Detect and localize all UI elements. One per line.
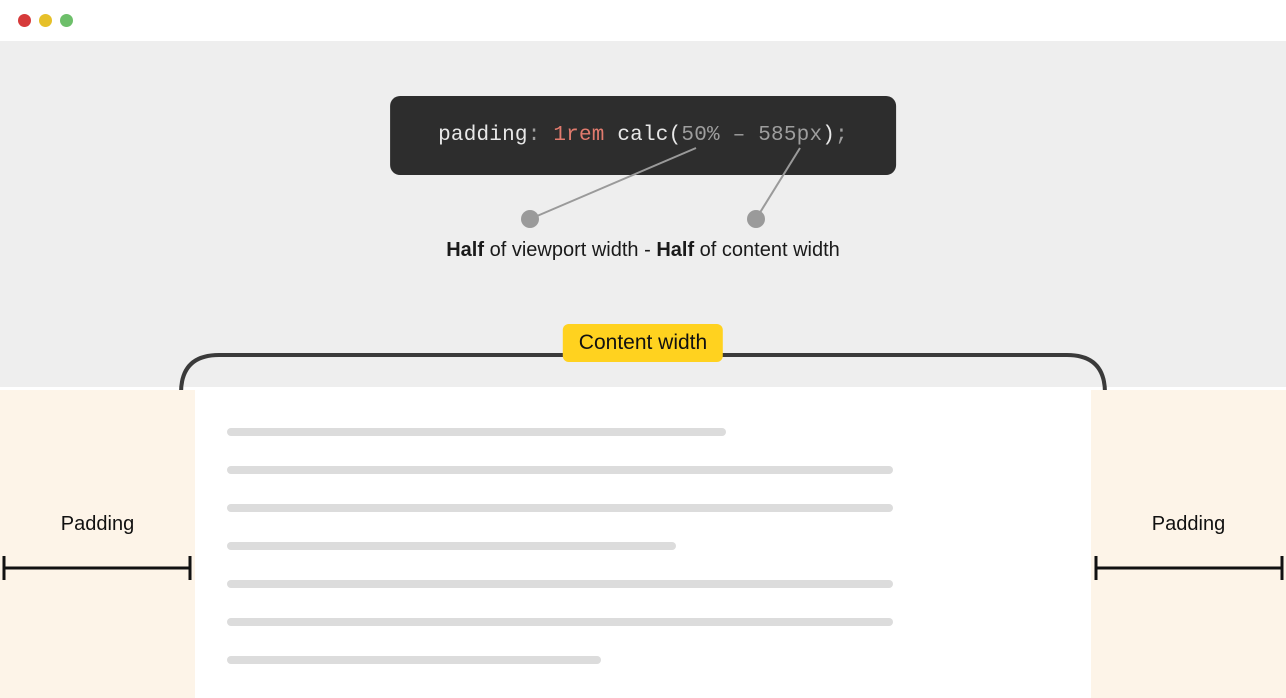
zoom-icon[interactable] [60, 14, 73, 27]
window-chrome [0, 0, 1286, 41]
explain-seg-2: of content width [694, 239, 840, 261]
minimize-icon[interactable] [39, 14, 52, 27]
padding-label-left: Padding [61, 513, 134, 536]
padding-bracket-right [1086, 548, 1286, 588]
padding-label-right: Padding [1152, 513, 1225, 536]
code-px: 585px [758, 124, 822, 147]
padding-region-left: Padding [0, 390, 195, 698]
skeleton-line [227, 580, 893, 588]
layout-demo: Padding Padding [0, 390, 1286, 698]
content-region [195, 390, 1091, 698]
skeleton-line [227, 618, 893, 626]
code-property: padding [438, 124, 528, 147]
skeleton-line [227, 504, 893, 512]
padding-region-right: Padding [1091, 390, 1286, 698]
explain-bold-1: Half [446, 239, 484, 261]
close-icon[interactable] [18, 14, 31, 27]
code-func: calc [617, 124, 668, 147]
explain-bold-2: Half [656, 239, 694, 261]
code-value-1rem: 1rem [553, 124, 604, 147]
code-percent: 50 [681, 124, 707, 147]
code-snippet: padding: 1rem calc(50% – 585px); [390, 96, 896, 175]
content-width-badge: Content width [563, 324, 723, 362]
padding-bracket-left [0, 548, 200, 588]
skeleton-line [227, 542, 676, 550]
skeleton-line [227, 466, 893, 474]
explanation-text: Half of viewport width - Half of content… [446, 239, 840, 262]
skeleton-line [227, 428, 726, 436]
explainer-area: padding: 1rem calc(50% – 585px); Half of… [0, 41, 1286, 387]
code-minus: – [733, 124, 746, 147]
explain-seg-1: of viewport width - [484, 239, 656, 261]
code-percent-unit: % [707, 124, 720, 147]
skeleton-line [227, 656, 601, 664]
